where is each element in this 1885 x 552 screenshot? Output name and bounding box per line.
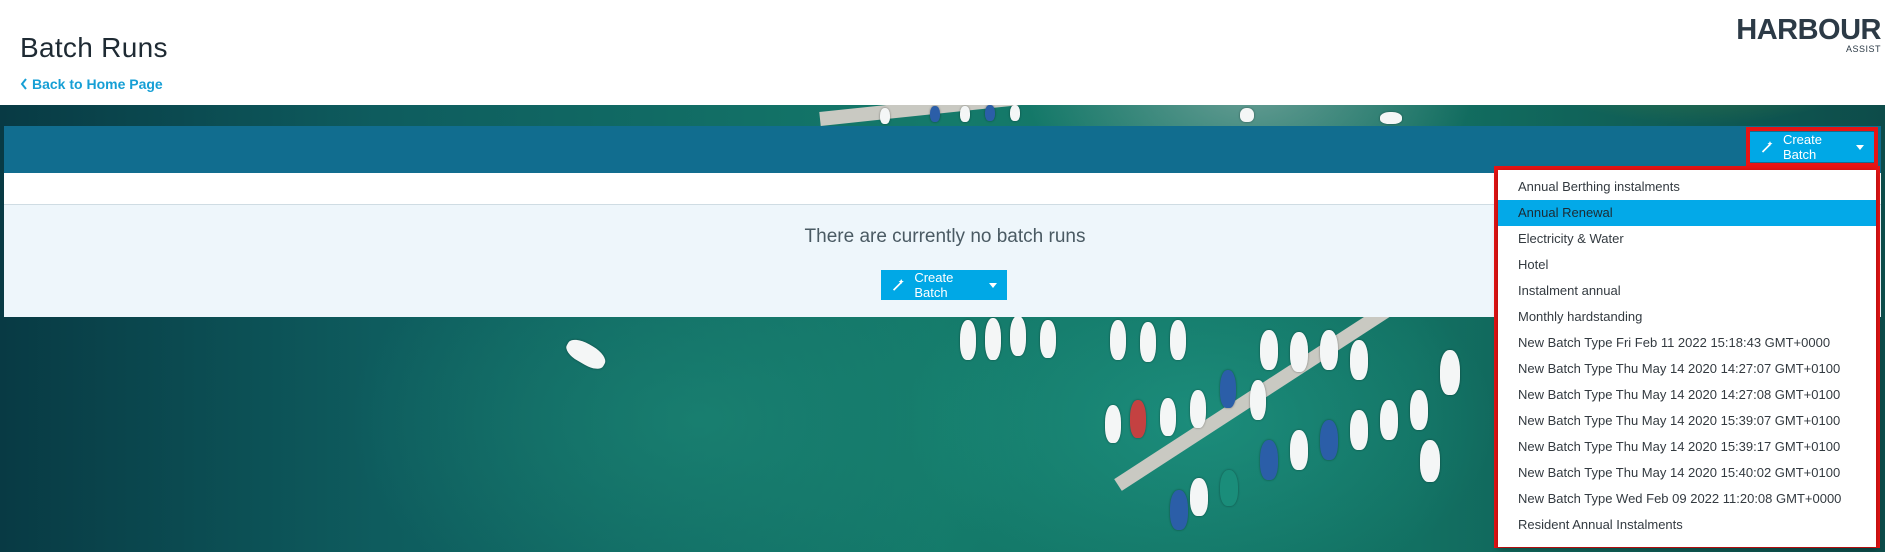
boat bbox=[1380, 112, 1402, 124]
dropdown-item[interactable]: New Batch Type Fri Feb 11 2022 15:18:43 … bbox=[1498, 330, 1876, 356]
boat bbox=[1220, 470, 1238, 506]
boat bbox=[1040, 320, 1056, 358]
boat bbox=[1290, 332, 1308, 372]
page-header: Batch Runs Back to Home Page HARBOUR ASS… bbox=[0, 0, 1885, 105]
boat bbox=[1190, 390, 1206, 428]
boat bbox=[1260, 440, 1278, 480]
sailboat bbox=[562, 334, 610, 374]
boat bbox=[960, 320, 976, 360]
boat bbox=[1380, 400, 1398, 440]
dropdown-item[interactable]: New Batch Type Thu May 14 2020 14:27:08 … bbox=[1498, 382, 1876, 408]
create-batch-button-toolbar[interactable]: Create Batch bbox=[1750, 132, 1874, 162]
dropdown-item[interactable]: Instalment annual bbox=[1498, 278, 1876, 304]
boat bbox=[1110, 320, 1126, 360]
harbour-assist-logo: HARBOUR ASSIST bbox=[1736, 14, 1881, 56]
caret-down-icon bbox=[989, 282, 997, 288]
create-batch-dropdown-menu: Annual Berthing instalments Annual Renewa… bbox=[1498, 170, 1876, 547]
caret-down-icon bbox=[1856, 144, 1864, 150]
boat bbox=[1170, 320, 1186, 360]
boat bbox=[1190, 478, 1208, 516]
dropdown-item[interactable]: Electricity & Water bbox=[1498, 226, 1876, 252]
logo-wordmark: HARBOUR bbox=[1736, 14, 1881, 46]
dropdown-item[interactable]: New Batch Type Wed Feb 09 2022 11:20:08 … bbox=[1498, 486, 1876, 512]
create-batch-label: Create Batch bbox=[914, 270, 954, 300]
dropdown-item[interactable]: Hotel bbox=[1498, 252, 1876, 278]
boat bbox=[1350, 410, 1368, 450]
magic-wand-icon bbox=[892, 279, 904, 291]
boat bbox=[1170, 490, 1188, 530]
boat bbox=[1160, 398, 1176, 436]
boat bbox=[1105, 405, 1121, 443]
boat bbox=[1240, 108, 1254, 122]
boat bbox=[1250, 380, 1266, 420]
boat bbox=[985, 318, 1001, 360]
dropdown-item[interactable]: Monthly hardstanding bbox=[1498, 304, 1876, 330]
dropdown-item[interactable]: Annual Berthing instalments bbox=[1498, 174, 1876, 200]
boat bbox=[880, 108, 890, 124]
back-link-label: Back to Home Page bbox=[32, 76, 163, 92]
boat bbox=[1010, 105, 1020, 121]
boat bbox=[1410, 390, 1428, 430]
dropdown-item[interactable]: New Batch Type Thu May 14 2020 14:27:07 … bbox=[1498, 356, 1876, 382]
dropdown-item[interactable]: New Batch Type Thu May 14 2020 15:39:07 … bbox=[1498, 408, 1876, 434]
dropdown-item[interactable]: Annual Renewal bbox=[1498, 200, 1876, 226]
boat bbox=[1010, 316, 1026, 356]
boat bbox=[1140, 322, 1156, 362]
boat bbox=[1420, 440, 1440, 482]
create-batch-label: Create Batch bbox=[1782, 132, 1822, 162]
logo-subtext: ASSIST bbox=[1845, 44, 1881, 54]
create-batch-button-empty-state[interactable]: Create Batch bbox=[881, 270, 1007, 300]
boat bbox=[1260, 330, 1278, 370]
boat bbox=[1350, 340, 1368, 380]
boat bbox=[960, 106, 970, 122]
back-to-home-link[interactable]: Back to Home Page bbox=[20, 76, 163, 92]
boat bbox=[1220, 370, 1236, 408]
boat bbox=[1320, 330, 1338, 370]
chevron-left-icon bbox=[20, 78, 27, 90]
dropdown-item[interactable]: Resident Annual Instalments bbox=[1498, 512, 1876, 538]
boat bbox=[985, 105, 995, 121]
magic-wand-icon bbox=[1761, 141, 1773, 153]
boat bbox=[1130, 400, 1146, 438]
boat bbox=[1440, 350, 1460, 395]
dropdown-item[interactable]: New Batch Type Thu May 14 2020 15:40:02 … bbox=[1498, 460, 1876, 486]
page-title: Batch Runs bbox=[20, 32, 168, 63]
boat bbox=[1290, 430, 1308, 470]
boat bbox=[1320, 420, 1338, 460]
dropdown-item[interactable]: New Batch Type Thu May 14 2020 15:39:17 … bbox=[1498, 434, 1876, 460]
boat bbox=[930, 106, 940, 122]
